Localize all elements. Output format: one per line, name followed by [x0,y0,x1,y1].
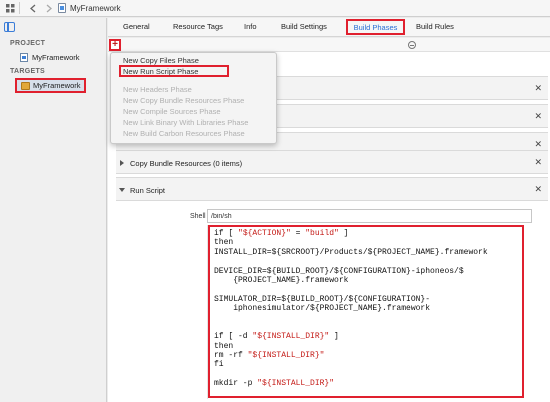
menu-item-new-build-carbon-resources-phase[interactable]: New Build Carbon Resources Phase [123,129,245,138]
back-arrow-icon[interactable] [27,2,39,14]
menu-item-new-compile-sources-phase[interactable]: New Compile Sources Phase [123,107,221,116]
navigation-bar: MyFramework [0,0,550,17]
add-phase-button[interactable]: + [109,39,121,51]
close-icon[interactable]: ✕ [534,184,542,195]
sidebar-item-label: MyFramework [33,81,81,90]
phase-row-copy-bundle-resources[interactable]: Copy Bundle Resources (0 items) ✕ [116,150,548,174]
sidebar-item-label: MyFramework [32,52,80,62]
sidebar-toggle-icon[interactable] [4,22,15,32]
shell-label: Shell [190,213,206,220]
targets-section-header: TARGETS [10,68,46,75]
tab-general[interactable]: General [123,22,150,31]
sidebar-item-target[interactable]: MyFramework [15,78,86,93]
close-icon[interactable]: ✕ [534,83,542,94]
close-icon[interactable]: ✕ [534,157,542,168]
menu-item-new-headers-phase[interactable]: New Headers Phase [123,85,192,94]
highlight-box [208,225,524,398]
shell-field[interactable] [207,209,532,223]
tab-build-settings[interactable]: Build Settings [281,22,327,31]
filter-icon[interactable] [408,41,416,49]
forward-arrow-icon[interactable] [43,2,55,14]
sidebar: PROJECT MyFramework TARGETS MyFramework [0,18,107,402]
project-icon [20,52,28,62]
add-phase-menu: New Copy Files Phase New Run Script Phas… [110,52,277,144]
disclosure-triangle-icon[interactable] [120,160,124,166]
tab-label: Build Phases [353,22,398,32]
phase-title: Run Script [130,186,166,195]
breadcrumb[interactable]: MyFramework [70,4,121,13]
line-gutter [200,231,207,396]
phases-toolbar: + [108,38,550,52]
phase-title: Copy Bundle Resources (0 items) [130,159,243,168]
close-icon[interactable]: ✕ [534,111,542,122]
menu-item-new-run-script-phase[interactable]: New Run Script Phase [123,67,198,76]
toolbox-icon [21,81,30,90]
tab-info[interactable]: Info [244,22,257,31]
project-section-header: PROJECT [10,40,46,47]
menu-item-new-copy-bundle-resources-phase[interactable]: New Copy Bundle Resources Phase [123,96,244,105]
project-file-icon [58,3,66,13]
menu-item-new-link-binary-phase[interactable]: New Link Binary With Libraries Phase [123,118,248,127]
grid-icon[interactable] [4,2,16,14]
tab-resource-tags[interactable]: Resource Tags [173,22,223,31]
menu-item-new-copy-files-phase[interactable]: New Copy Files Phase [123,56,199,65]
tab-build-phases[interactable]: Build Phases [346,19,405,35]
phase-row-run-script[interactable]: Run Script ✕ [116,177,548,201]
editor-tab-bar: General Resource Tags Info Build Setting… [108,18,550,37]
sidebar-item-project[interactable]: MyFramework [20,51,80,63]
tab-build-rules[interactable]: Build Rules [416,22,454,31]
divider [19,2,20,14]
close-icon[interactable]: ✕ [534,139,542,150]
disclosure-triangle-icon[interactable] [119,188,125,192]
